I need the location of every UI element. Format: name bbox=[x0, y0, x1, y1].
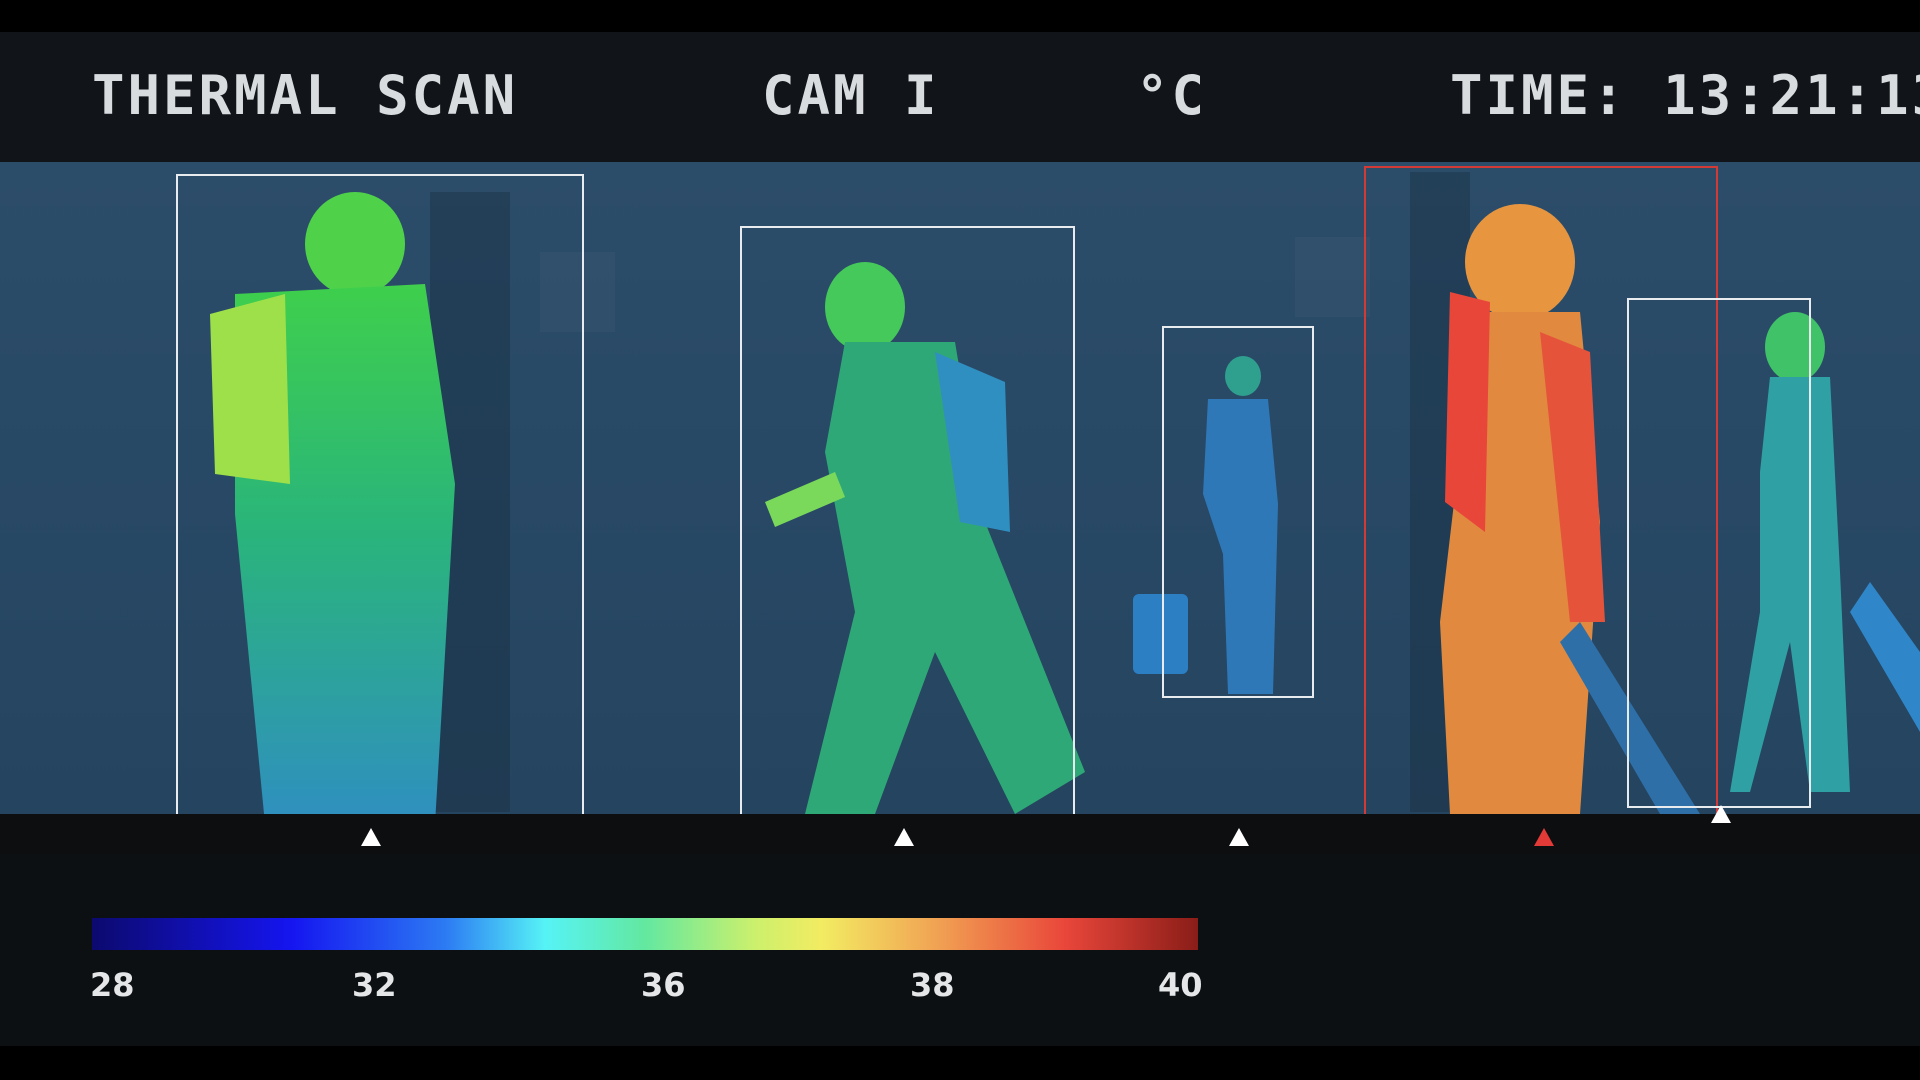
scale-tick-28: 28 bbox=[90, 966, 135, 1004]
detection-box-1 bbox=[176, 174, 584, 814]
detection-box-3 bbox=[1162, 326, 1314, 698]
app-title: THERMAL SCAN bbox=[92, 64, 519, 127]
marker-triangle-4-alert-icon bbox=[1534, 828, 1554, 846]
marker-triangle-3-icon bbox=[1229, 828, 1249, 846]
unit-label: °C bbox=[1136, 64, 1208, 127]
detection-box-5 bbox=[1627, 298, 1811, 808]
scale-tick-32: 32 bbox=[352, 966, 397, 1004]
scale-tick-40: 40 bbox=[1158, 966, 1203, 1004]
scale-tick-36: 36 bbox=[641, 966, 686, 1004]
camera-label: CAM I bbox=[762, 64, 940, 127]
marker-triangle-1-icon bbox=[361, 828, 381, 846]
time-readout: TIME: 13:21:13 bbox=[1450, 64, 1920, 127]
detection-box-2 bbox=[740, 226, 1075, 814]
scale-tick-38: 38 bbox=[910, 966, 955, 1004]
letterbox-top bbox=[0, 0, 1920, 32]
marker-triangle-5-icon bbox=[1711, 805, 1731, 823]
temperature-color-scale bbox=[92, 918, 1198, 950]
background-sign bbox=[1295, 237, 1370, 317]
letterbox-bottom bbox=[0, 1046, 1920, 1080]
camera-feed bbox=[0, 162, 1920, 814]
marker-strip bbox=[0, 814, 1920, 854]
marker-triangle-2-icon bbox=[894, 828, 914, 846]
